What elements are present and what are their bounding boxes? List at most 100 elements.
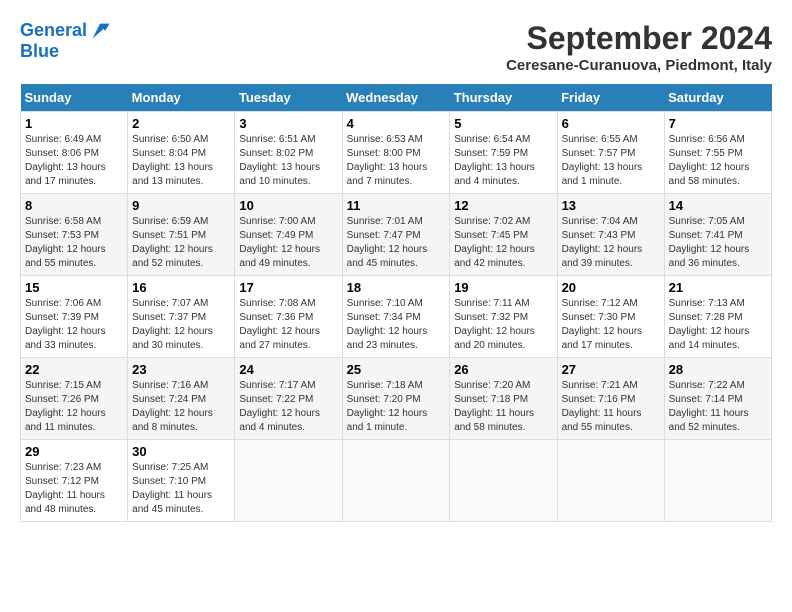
day-info: Sunrise: 7:22 AMSunset: 7:14 PMDaylight:…	[669, 379, 767, 435]
day-info: Sunrise: 7:07 AMSunset: 7:37 PMDaylight:…	[132, 297, 230, 353]
day-info: Sunrise: 7:16 AMSunset: 7:24 PMDaylight:…	[132, 379, 230, 435]
day-info: Sunrise: 7:25 AMSunset: 7:10 PMDaylight:…	[132, 461, 230, 517]
day-number: 9	[132, 198, 230, 213]
week-row-5: 29Sunrise: 7:23 AMSunset: 7:12 PMDayligh…	[21, 440, 772, 522]
calendar-table: SundayMondayTuesdayWednesdayThursdayFrid…	[20, 84, 772, 522]
calendar-cell: 22 Sunrise: 7:15 AMSunset: 7:26 PMDayligh…	[21, 358, 128, 440]
day-number: 18	[347, 280, 446, 295]
day-number: 11	[347, 198, 446, 213]
calendar-cell: 5 Sunrise: 6:54 AMSunset: 7:59 PMDaylight…	[450, 112, 557, 194]
calendar-cell	[664, 440, 771, 522]
day-info: Sunrise: 6:49 AMSunset: 8:06 PMDaylight:…	[25, 133, 123, 189]
calendar-cell: 24 Sunrise: 7:17 AMSunset: 7:22 PMDayligh…	[235, 358, 342, 440]
calendar-cell: 29Sunrise: 7:23 AMSunset: 7:12 PMDayligh…	[21, 440, 128, 522]
calendar-cell: 14 Sunrise: 7:05 AMSunset: 7:41 PMDayligh…	[664, 194, 771, 276]
weekday-thursday: Thursday	[450, 84, 557, 112]
calendar-cell: 17Sunrise: 7:08 AMSunset: 7:36 PMDayligh…	[235, 276, 342, 358]
day-info: Sunrise: 7:12 AMSunset: 7:30 PMDaylight:…	[562, 297, 660, 353]
calendar-cell: 20 Sunrise: 7:12 AMSunset: 7:30 PMDayligh…	[557, 276, 664, 358]
day-number: 22	[25, 362, 123, 377]
logo-icon	[89, 20, 111, 42]
weekday-monday: Monday	[128, 84, 235, 112]
calendar-cell: 3Sunrise: 6:51 AMSunset: 8:02 PMDaylight…	[235, 112, 342, 194]
logo: General Blue	[20, 20, 111, 62]
day-number: 25	[347, 362, 446, 377]
day-number: 30	[132, 444, 230, 459]
day-number: 29	[25, 444, 123, 459]
calendar-cell: 26Sunrise: 7:20 AMSunset: 7:18 PMDayligh…	[450, 358, 557, 440]
weekday-sunday: Sunday	[21, 84, 128, 112]
day-info: Sunrise: 6:53 AMSunset: 8:00 PMDaylight:…	[347, 133, 446, 189]
day-info: Sunrise: 6:54 AMSunset: 7:59 PMDaylight:…	[454, 133, 552, 189]
day-info: Sunrise: 7:20 AMSunset: 7:18 PMDaylight:…	[454, 379, 552, 435]
location-title: Ceresane-Curanuova, Piedmont, Italy	[506, 57, 772, 74]
calendar-cell: 13 Sunrise: 7:04 AMSunset: 7:43 PMDayligh…	[557, 194, 664, 276]
day-number: 20	[562, 280, 660, 295]
day-info: Sunrise: 7:21 AMSunset: 7:16 PMDaylight:…	[562, 379, 660, 435]
calendar-cell: 27Sunrise: 7:21 AMSunset: 7:16 PMDayligh…	[557, 358, 664, 440]
calendar-cell	[450, 440, 557, 522]
day-number: 28	[669, 362, 767, 377]
calendar-cell: 18Sunrise: 7:10 AMSunset: 7:34 PMDayligh…	[342, 276, 450, 358]
day-number: 23	[132, 362, 230, 377]
calendar-cell	[235, 440, 342, 522]
calendar-cell: 23 Sunrise: 7:16 AMSunset: 7:24 PMDayligh…	[128, 358, 235, 440]
title-area: September 2024 Ceresane-Curanuova, Piedm…	[506, 20, 772, 74]
day-info: Sunrise: 7:17 AMSunset: 7:22 PMDaylight:…	[239, 379, 337, 435]
day-number: 2	[132, 116, 230, 131]
calendar-cell: 10 Sunrise: 7:00 AMSunset: 7:49 PMDayligh…	[235, 194, 342, 276]
calendar-cell: 8 Sunrise: 6:58 AMSunset: 7:53 PMDaylight…	[21, 194, 128, 276]
calendar-cell: 28 Sunrise: 7:22 AMSunset: 7:14 PMDayligh…	[664, 358, 771, 440]
day-info: Sunrise: 7:18 AMSunset: 7:20 PMDaylight:…	[347, 379, 446, 435]
day-info: Sunrise: 7:00 AMSunset: 7:49 PMDaylight:…	[239, 215, 337, 271]
day-info: Sunrise: 6:50 AMSunset: 8:04 PMDaylight:…	[132, 133, 230, 189]
day-number: 8	[25, 198, 123, 213]
day-number: 21	[669, 280, 767, 295]
calendar-cell	[342, 440, 450, 522]
calendar-body: 1 Sunrise: 6:49 AMSunset: 8:06 PMDaylight…	[21, 112, 772, 522]
calendar-cell: 2 Sunrise: 6:50 AMSunset: 8:04 PMDaylight…	[128, 112, 235, 194]
day-info: Sunrise: 7:13 AMSunset: 7:28 PMDaylight:…	[669, 297, 767, 353]
day-info: Sunrise: 6:59 AMSunset: 7:51 PMDaylight:…	[132, 215, 230, 271]
day-info: Sunrise: 7:04 AMSunset: 7:43 PMDaylight:…	[562, 215, 660, 271]
calendar-cell: 11Sunrise: 7:01 AMSunset: 7:47 PMDayligh…	[342, 194, 450, 276]
day-number: 7	[669, 116, 767, 131]
day-info: Sunrise: 6:55 AMSunset: 7:57 PMDaylight:…	[562, 133, 660, 189]
month-title: September 2024	[506, 20, 772, 57]
logo-blue-text: Blue	[20, 42, 111, 62]
day-number: 5	[454, 116, 552, 131]
day-number: 16	[132, 280, 230, 295]
day-number: 19	[454, 280, 552, 295]
calendar-cell: 12 Sunrise: 7:02 AMSunset: 7:45 PMDayligh…	[450, 194, 557, 276]
day-number: 24	[239, 362, 337, 377]
weekday-saturday: Saturday	[664, 84, 771, 112]
week-row-3: 15Sunrise: 7:06 AMSunset: 7:39 PMDayligh…	[21, 276, 772, 358]
day-info: Sunrise: 7:15 AMSunset: 7:26 PMDaylight:…	[25, 379, 123, 435]
day-info: Sunrise: 7:08 AMSunset: 7:36 PMDaylight:…	[239, 297, 337, 353]
weekday-tuesday: Tuesday	[235, 84, 342, 112]
day-number: 13	[562, 198, 660, 213]
day-info: Sunrise: 6:58 AMSunset: 7:53 PMDaylight:…	[25, 215, 123, 271]
calendar-cell	[557, 440, 664, 522]
day-number: 14	[669, 198, 767, 213]
weekday-header-row: SundayMondayTuesdayWednesdayThursdayFrid…	[21, 84, 772, 112]
day-number: 1	[25, 116, 123, 131]
logo-text: General	[20, 21, 87, 41]
week-row-4: 22 Sunrise: 7:15 AMSunset: 7:26 PMDayligh…	[21, 358, 772, 440]
calendar-cell: 1 Sunrise: 6:49 AMSunset: 8:06 PMDaylight…	[21, 112, 128, 194]
calendar-cell: 7 Sunrise: 6:56 AMSunset: 7:55 PMDaylight…	[664, 112, 771, 194]
calendar-cell: 6Sunrise: 6:55 AMSunset: 7:57 PMDaylight…	[557, 112, 664, 194]
day-number: 12	[454, 198, 552, 213]
calendar-cell: 15Sunrise: 7:06 AMSunset: 7:39 PMDayligh…	[21, 276, 128, 358]
day-number: 10	[239, 198, 337, 213]
day-info: Sunrise: 7:05 AMSunset: 7:41 PMDaylight:…	[669, 215, 767, 271]
calendar-cell: 9 Sunrise: 6:59 AMSunset: 7:51 PMDaylight…	[128, 194, 235, 276]
day-info: Sunrise: 7:11 AMSunset: 7:32 PMDaylight:…	[454, 297, 552, 353]
day-info: Sunrise: 6:56 AMSunset: 7:55 PMDaylight:…	[669, 133, 767, 189]
day-number: 3	[239, 116, 337, 131]
calendar-cell: 30 Sunrise: 7:25 AMSunset: 7:10 PMDayligh…	[128, 440, 235, 522]
calendar-cell: 4Sunrise: 6:53 AMSunset: 8:00 PMDaylight…	[342, 112, 450, 194]
day-info: Sunrise: 7:02 AMSunset: 7:45 PMDaylight:…	[454, 215, 552, 271]
weekday-friday: Friday	[557, 84, 664, 112]
calendar-cell: 19 Sunrise: 7:11 AMSunset: 7:32 PMDayligh…	[450, 276, 557, 358]
